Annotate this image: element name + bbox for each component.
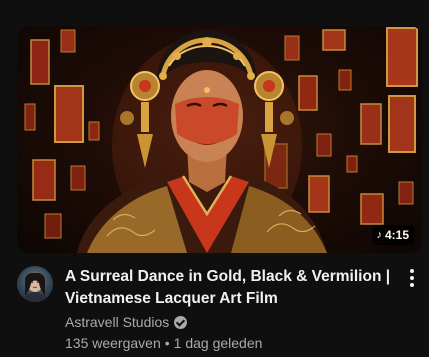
video-metadata: 135 weergaven • 1 dag geleden <box>65 333 262 353</box>
video-title-line-1: A Surreal Dance in Gold, Black & Vermili… <box>65 268 391 285</box>
verified-icon <box>174 315 188 329</box>
channel-avatar[interactable] <box>17 266 53 302</box>
video-card[interactable]: ♪ 4:15 A Surreal Dance in Gold, Black & … <box>0 0 429 357</box>
menu-dot <box>410 276 414 280</box>
video-title[interactable]: A Surreal Dance in Gold, Black & Vermili… <box>65 266 391 310</box>
menu-dot <box>410 269 414 273</box>
meta-separator: • <box>164 335 170 351</box>
duration-text: 4:15 <box>384 228 409 242</box>
menu-dot <box>410 283 414 287</box>
channel-link[interactable]: Astravell Studios <box>65 312 188 332</box>
more-vertical-icon[interactable] <box>402 266 422 290</box>
view-count: 135 weergaven <box>65 335 161 351</box>
thumbnail-artwork <box>24 27 418 253</box>
video-title-line-2: Vietnamese Lacquer Art Film <box>65 290 278 307</box>
duration-badge: ♪ 4:15 <box>372 225 414 245</box>
upload-age: 1 dag geleden <box>173 335 263 351</box>
avatar-image <box>21 272 49 302</box>
music-note-icon: ♪ <box>376 228 382 241</box>
channel-name: Astravell Studios <box>65 314 170 330</box>
video-thumbnail[interactable]: ♪ 4:15 <box>17 26 422 253</box>
